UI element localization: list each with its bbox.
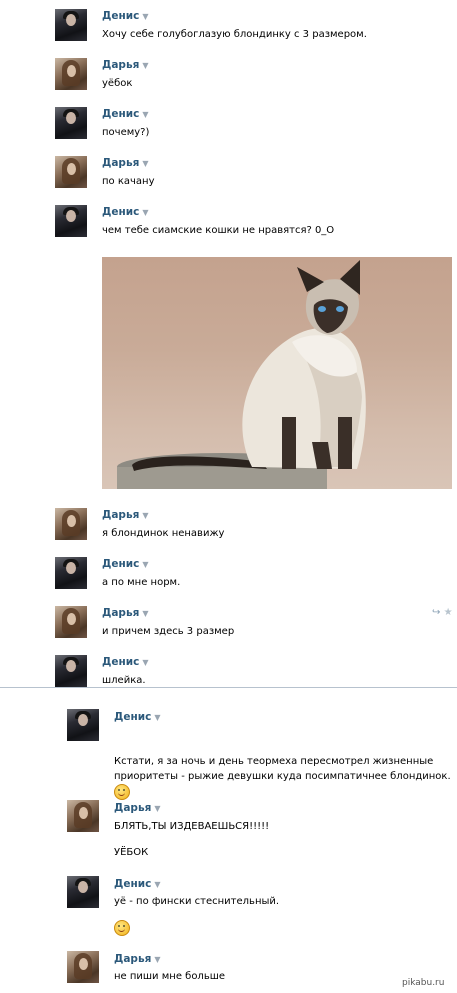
author-name[interactable]: Дарья ▼ <box>114 953 161 965</box>
avatar[interactable] <box>55 606 87 638</box>
section-divider <box>0 687 457 688</box>
avatar[interactable] <box>67 951 99 983</box>
author-name[interactable]: Дарья ▼ <box>102 157 149 169</box>
author-name[interactable]: Дарья ▼ <box>114 802 161 814</box>
avatar[interactable] <box>55 58 87 90</box>
avatar[interactable] <box>55 557 87 589</box>
wink-smiley-icon <box>114 784 130 800</box>
author-name[interactable]: Дарья ▼ <box>102 59 149 71</box>
message-text: уёбок <box>102 78 133 89</box>
author-name[interactable]: Денис ▼ <box>102 108 148 120</box>
message-text: БЛЯТЬ,ТЫ ИЗДЕВАЕШЬСЯ!!!!! <box>114 821 270 832</box>
message-text: почему?) <box>102 127 150 138</box>
avatar[interactable] <box>55 107 87 139</box>
smile-smiley-icon <box>114 920 130 936</box>
message-text: не пиши мне больше <box>114 971 226 982</box>
message-text: я блондинок ненавижу <box>102 528 225 539</box>
message-text: уё - по фински стеснительный. <box>114 896 280 907</box>
avatar[interactable] <box>67 709 99 741</box>
avatar[interactable] <box>55 655 87 687</box>
message-text: Кстати, я за ночь и день теормеха пересм… <box>114 754 454 800</box>
message-text: шлейка. <box>102 675 146 686</box>
message-text: по качану <box>102 176 155 187</box>
author-name[interactable]: Денис ▼ <box>114 878 160 890</box>
author-name[interactable]: Денис ▼ <box>102 206 148 218</box>
avatar[interactable] <box>55 156 87 188</box>
author-name[interactable]: Дарья ▼ <box>102 607 149 619</box>
message-text: чем тебе сиамские кошки не нравятся? 0_О <box>102 225 335 236</box>
author-name[interactable]: Денис ▼ <box>102 10 148 22</box>
watermark: pikabu.ru <box>402 978 445 988</box>
attached-photo[interactable] <box>102 257 452 489</box>
message-text: и причем здесь 3 размер <box>102 626 235 637</box>
avatar[interactable] <box>67 800 99 832</box>
avatar[interactable] <box>55 205 87 237</box>
author-name[interactable]: Денис ▼ <box>102 656 148 668</box>
author-name[interactable]: Дарья ▼ <box>102 509 149 521</box>
author-name[interactable]: Денис ▼ <box>102 558 148 570</box>
message-text-second: УЁБОК <box>114 847 149 858</box>
message-text: а по мне норм. <box>102 577 181 588</box>
siamese-cat-image <box>117 260 366 489</box>
message-text: Хочу себе голубоглазую блондинку с 3 раз… <box>102 29 367 40</box>
avatar[interactable] <box>55 508 87 540</box>
forward-icon[interactable]: ↪ <box>432 607 440 618</box>
star-icon[interactable]: ★ <box>444 607 453 618</box>
avatar[interactable] <box>67 876 99 908</box>
author-name[interactable]: Денис ▼ <box>114 711 160 723</box>
avatar[interactable] <box>55 9 87 41</box>
